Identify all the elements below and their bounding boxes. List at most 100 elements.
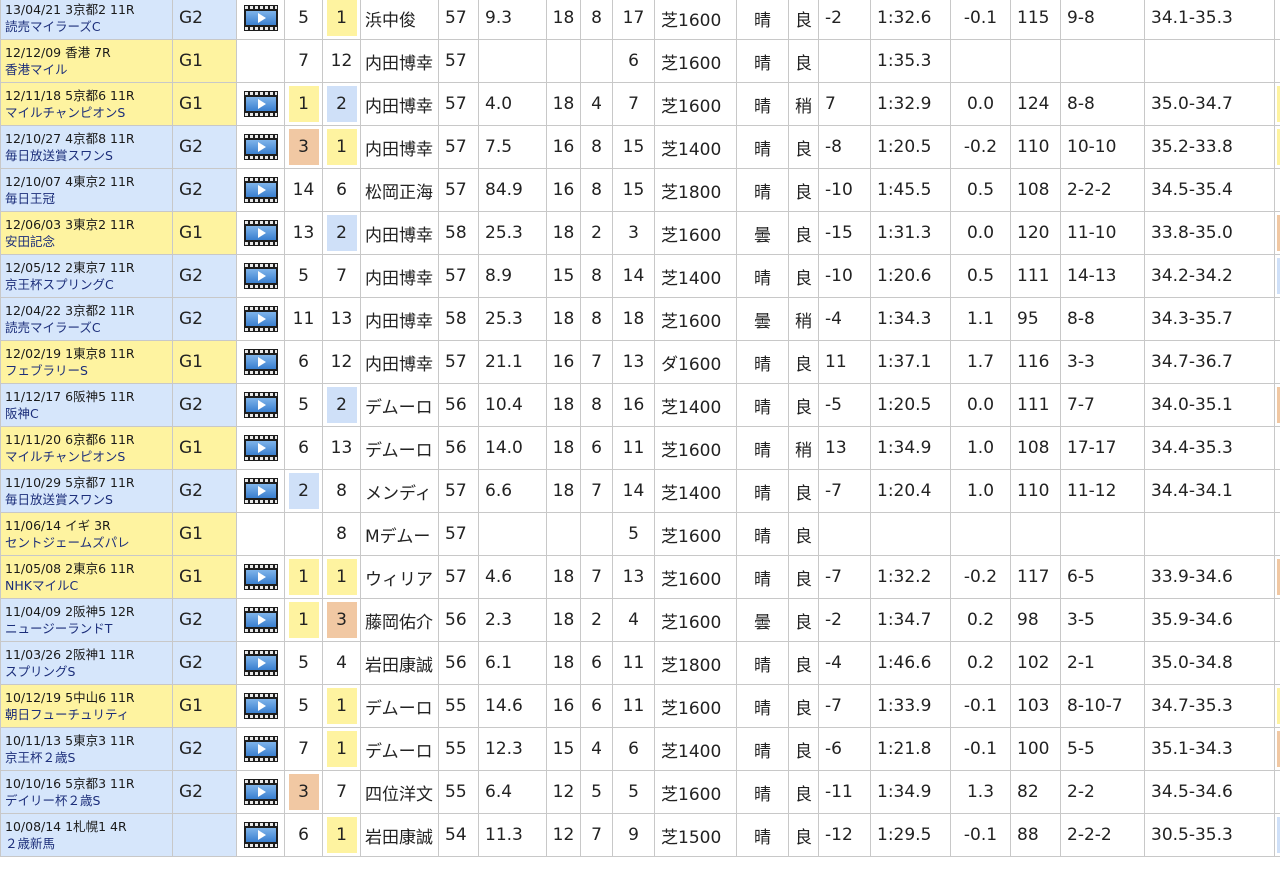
race-cell[interactable]: 12/11/18 5京都6 11R マイルチャンピオンS xyxy=(0,82,173,126)
jockey-link[interactable]: 浜中俊 xyxy=(360,0,439,40)
race-cell[interactable]: 11/12/17 6阪神5 11R 阪神C xyxy=(0,383,173,427)
jockey-link[interactable]: 藤岡佑介 xyxy=(360,598,439,642)
video-cell[interactable] xyxy=(236,684,285,728)
jockey-link[interactable]: 内田博幸 xyxy=(360,39,439,83)
video-replay-icon[interactable] xyxy=(243,134,278,160)
video-cell[interactable] xyxy=(236,0,285,40)
video-cell[interactable] xyxy=(236,641,285,685)
video-cell[interactable] xyxy=(236,168,285,212)
race-cell[interactable]: 12/10/07 4東京2 11R 毎日王冠 xyxy=(0,168,173,212)
race-name-link[interactable]: マイルチャンピオンS xyxy=(5,104,172,121)
race-name-link[interactable]: スプリングS xyxy=(5,663,172,680)
race-cell[interactable]: 12/04/22 3京都2 11R 読売マイラーズC xyxy=(0,297,173,341)
video-replay-icon[interactable] xyxy=(243,91,278,117)
video-cell[interactable] xyxy=(236,598,285,642)
video-replay-icon[interactable] xyxy=(243,263,278,289)
race-cell[interactable]: 12/02/19 1東京8 11R フェブラリーS xyxy=(0,340,173,384)
race-cell[interactable]: 10/10/16 5京都3 11R デイリー杯２歳S xyxy=(0,770,173,814)
race-name-link[interactable]: 阪神C xyxy=(5,405,172,422)
jockey-link[interactable]: 岩田康誠 xyxy=(360,641,439,685)
video-replay-icon[interactable] xyxy=(243,435,278,461)
race-name-link[interactable]: 毎日王冠 xyxy=(5,190,172,207)
race-name-link[interactable]: セントジェームズパレ xyxy=(5,534,172,551)
race-cell[interactable]: 11/11/20 6京都6 11R マイルチャンピオンS xyxy=(0,426,173,470)
video-replay-icon[interactable] xyxy=(243,349,278,375)
race-cell[interactable]: 10/11/13 5東京3 11R 京王杯２歳S xyxy=(0,727,173,771)
video-cell[interactable] xyxy=(236,770,285,814)
race-name-link[interactable]: 香港マイル xyxy=(5,61,172,78)
video-replay-icon[interactable] xyxy=(243,650,278,676)
video-cell[interactable] xyxy=(236,469,285,513)
video-replay-icon[interactable] xyxy=(243,693,278,719)
jockey-link[interactable]: デムーロ xyxy=(360,383,439,427)
jockey-link[interactable]: 四位洋文 xyxy=(360,770,439,814)
jockey-link[interactable]: メンディ xyxy=(360,469,439,513)
jockey-link[interactable]: デムーロ xyxy=(360,727,439,771)
video-replay-icon[interactable] xyxy=(243,177,278,203)
race-date-venue: 13/04/21 3京都2 11R xyxy=(5,2,135,17)
video-cell[interactable] xyxy=(236,211,285,255)
race-cell[interactable]: 10/08/14 1札幌1 4R ２歳新馬 xyxy=(0,813,173,857)
race-cell[interactable]: 11/03/26 2阪神1 11R スプリングS xyxy=(0,641,173,685)
video-replay-icon[interactable] xyxy=(243,822,278,848)
race-name-link[interactable]: NHKマイルC xyxy=(5,577,172,594)
video-cell[interactable] xyxy=(236,82,285,126)
odds: 10.4 xyxy=(478,383,547,427)
jockey-link[interactable]: 内田博幸 xyxy=(360,82,439,126)
video-replay-icon[interactable] xyxy=(243,779,278,805)
race-name-link[interactable]: 毎日放送賞スワンS xyxy=(5,491,172,508)
video-replay-icon[interactable] xyxy=(243,220,278,246)
video-replay-icon[interactable] xyxy=(243,306,278,332)
video-replay-icon[interactable] xyxy=(243,607,278,633)
race-name-link[interactable]: フェブラリーS xyxy=(5,362,172,379)
jockey-link[interactable]: ウィリア xyxy=(360,555,439,599)
video-cell[interactable] xyxy=(236,254,285,298)
race-name-link[interactable]: マイルチャンピオンS xyxy=(5,448,172,465)
jockey-link[interactable]: 内田博幸 xyxy=(360,125,439,169)
race-cell[interactable]: 12/12/09 香港 7R 香港マイル xyxy=(0,39,173,83)
race-name-link[interactable]: 読売マイラーズC xyxy=(5,18,172,35)
jockey-link[interactable]: 内田博幸 xyxy=(360,297,439,341)
jockey-link[interactable]: 内田博幸 xyxy=(360,254,439,298)
jockey-link[interactable]: 内田博幸 xyxy=(360,211,439,255)
video-cell[interactable] xyxy=(236,297,285,341)
jockey-link[interactable]: デムーロ xyxy=(360,684,439,728)
jockey-link[interactable]: 松岡正海 xyxy=(360,168,439,212)
video-cell[interactable] xyxy=(236,340,285,384)
jockey-link[interactable]: 岩田康誠 xyxy=(360,813,439,857)
race-cell[interactable]: 12/10/27 4京都8 11R 毎日放送賞スワンS xyxy=(0,125,173,169)
race-cell[interactable]: 11/05/08 2東京6 11R NHKマイルC xyxy=(0,555,173,599)
race-cell[interactable]: 11/10/29 5京都7 11R 毎日放送賞スワンS xyxy=(0,469,173,513)
race-cell[interactable]: 11/06/14 イギ 3R セントジェームズパレ xyxy=(0,512,173,556)
race-cell[interactable]: 10/12/19 5中山6 11R 朝日フューチュリティ xyxy=(0,684,173,728)
jockey-link[interactable]: Mデムー xyxy=(360,512,439,556)
race-name-link[interactable]: 京王杯２歳S xyxy=(5,749,172,766)
race-name-link[interactable]: デイリー杯２歳S xyxy=(5,792,172,809)
race-name-link[interactable]: ニュージーランドT xyxy=(5,620,172,637)
video-cell[interactable] xyxy=(236,555,285,599)
race-name-link[interactable]: 毎日放送賞スワンS xyxy=(5,147,172,164)
odds: 6.4 xyxy=(478,770,547,814)
video-cell[interactable] xyxy=(236,813,285,857)
race-name-link[interactable]: 朝日フューチュリティ xyxy=(5,706,172,723)
race-name-link[interactable]: 読売マイラーズC xyxy=(5,319,172,336)
race-cell[interactable]: 13/04/21 3京都2 11R 読売マイラーズC xyxy=(0,0,173,40)
table-row: 10/10/16 5京都3 11R デイリー杯２歳S G2 3 7 四位洋文 55 6.4 12… xyxy=(0,770,1280,814)
race-name-link[interactable]: 京王杯スプリングC xyxy=(5,276,172,293)
jockey-link[interactable]: デムーロ xyxy=(360,426,439,470)
jockey-link[interactable]: 内田博幸 xyxy=(360,340,439,384)
video-cell[interactable] xyxy=(236,727,285,771)
video-cell[interactable] xyxy=(236,125,285,169)
video-replay-icon[interactable] xyxy=(243,5,278,31)
race-cell[interactable]: 11/04/09 2阪神5 12R ニュージーランドT xyxy=(0,598,173,642)
video-replay-icon[interactable] xyxy=(243,736,278,762)
video-cell[interactable] xyxy=(236,426,285,470)
race-cell[interactable]: 12/06/03 3東京2 11R 安田記念 xyxy=(0,211,173,255)
video-replay-icon[interactable] xyxy=(243,392,278,418)
video-replay-icon[interactable] xyxy=(243,478,278,504)
race-name-link[interactable]: ２歳新馬 xyxy=(5,835,172,852)
video-replay-icon[interactable] xyxy=(243,564,278,590)
video-cell[interactable] xyxy=(236,383,285,427)
race-cell[interactable]: 12/05/12 2東京7 11R 京王杯スプリングC xyxy=(0,254,173,298)
race-name-link[interactable]: 安田記念 xyxy=(5,233,172,250)
